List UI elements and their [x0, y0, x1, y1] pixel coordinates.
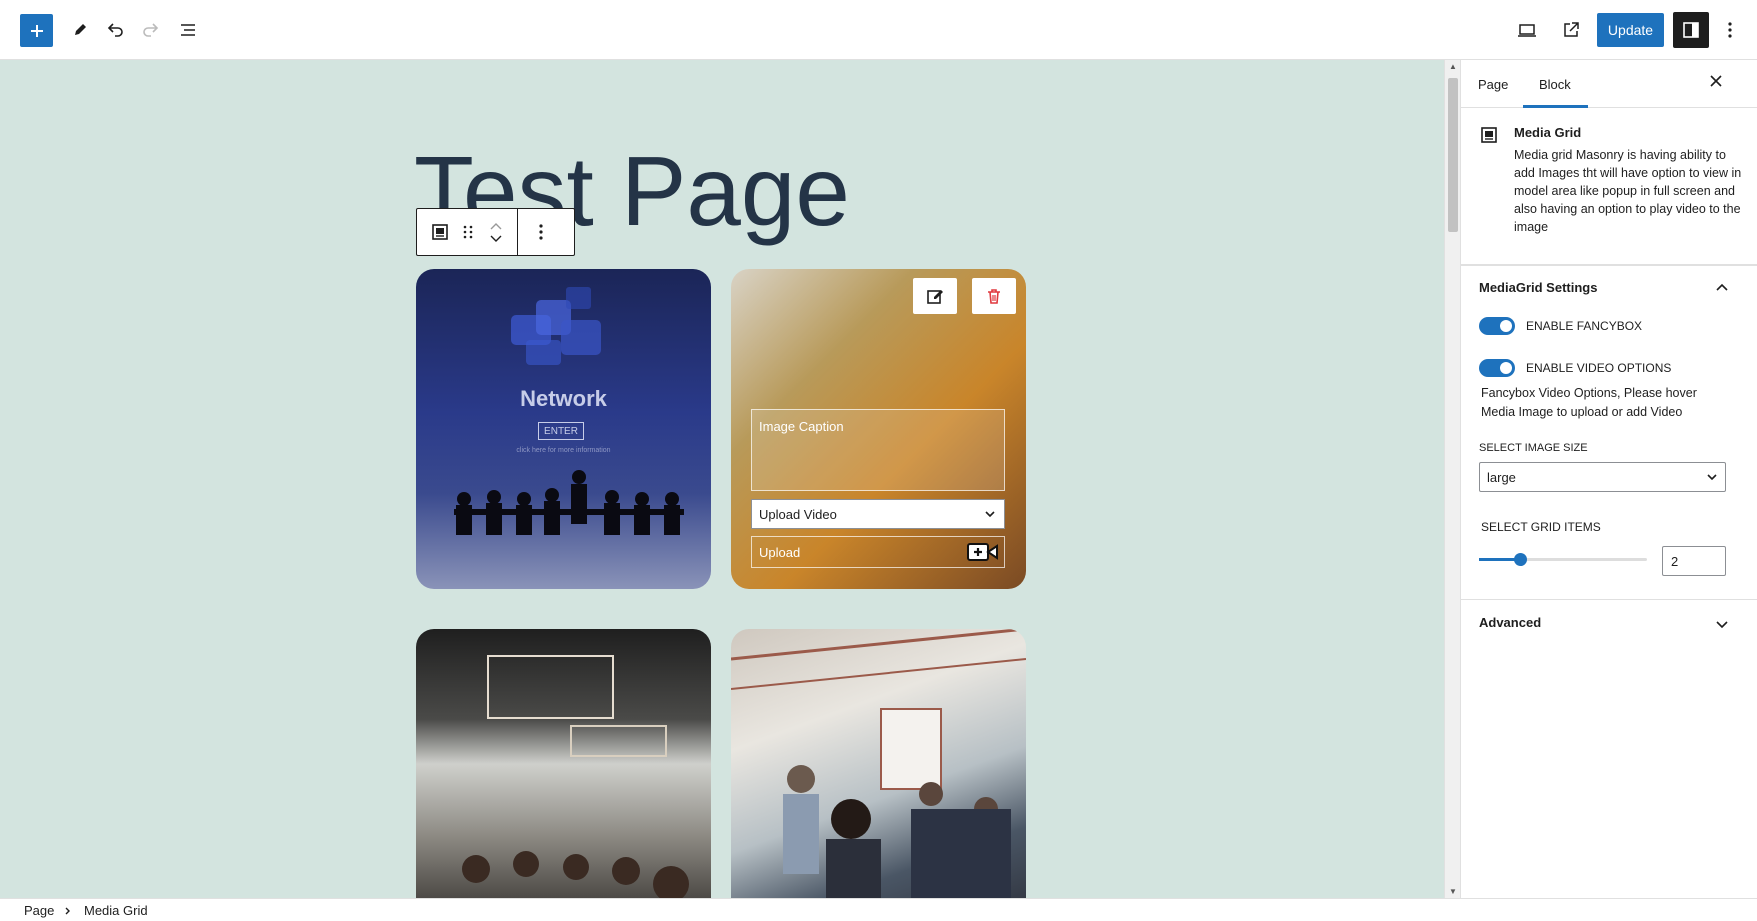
enable-video-options-toggle[interactable]	[1479, 359, 1515, 377]
chevron-down-icon	[985, 511, 995, 518]
meeting-silhouette	[454, 470, 684, 535]
chevron-up-icon[interactable]	[1715, 281, 1729, 295]
image-size-value: large	[1487, 469, 1516, 485]
add-video-icon	[967, 543, 998, 561]
scroll-up-arrow[interactable]: ▲	[1449, 62, 1457, 71]
media-grid-item[interactable]	[416, 629, 711, 898]
grid-items-label: SELECT GRID ITEMS	[1481, 520, 1601, 534]
block-type-button[interactable]	[425, 209, 455, 255]
block-options-button[interactable]	[518, 209, 564, 255]
chevron-down-icon[interactable]	[1715, 617, 1729, 631]
desktop-icon	[1518, 24, 1536, 37]
drag-handle[interactable]	[455, 209, 481, 255]
more-vertical-icon	[539, 224, 543, 240]
edit-image-button[interactable]	[913, 278, 957, 314]
trash-icon	[988, 289, 1000, 304]
enable-video-options-label: ENABLE VIDEO OPTIONS	[1526, 361, 1672, 375]
upload-video-value: Upload Video	[759, 506, 837, 522]
meeting-people-graphic	[462, 851, 689, 898]
options-button[interactable]	[1712, 12, 1748, 48]
tab-block[interactable]: Block	[1539, 77, 1571, 92]
upload-video-select[interactable]: Upload Video	[751, 499, 1005, 529]
enter-badge: ENTER	[538, 422, 584, 440]
tab-page[interactable]: Page	[1478, 77, 1508, 92]
media-grid-icon	[432, 224, 448, 240]
chevron-down-icon[interactable]	[490, 235, 502, 243]
video-options-help: Fancybox Video Options, Please hover Med…	[1481, 386, 1697, 419]
panel-divider	[1461, 599, 1757, 600]
pencil-icon	[75, 24, 86, 35]
sidebar-toggle-icon	[1683, 22, 1699, 38]
office-presentation-graphic	[731, 629, 1026, 898]
block-card: Media Grid Media grid Masonry is having …	[1461, 109, 1757, 266]
more-vertical-icon	[1728, 22, 1732, 38]
block-card-title: Media Grid	[1514, 125, 1582, 140]
external-link-icon	[1564, 22, 1579, 37]
upload-label: Upload	[759, 544, 801, 560]
chevron-down-icon	[1707, 474, 1717, 481]
preview-button[interactable]	[1553, 12, 1589, 48]
redo-button[interactable]	[133, 12, 169, 48]
editor-header: Update	[0, 0, 1757, 60]
ceiling-lights-graphic	[487, 655, 667, 757]
canvas-scrollbar[interactable]: ▲ ▼	[1444, 60, 1460, 898]
list-view-icon	[181, 24, 195, 36]
scroll-down-arrow[interactable]: ▼	[1449, 887, 1457, 896]
settings-sidebar: Page Block Media Grid Media grid Masonry…	[1460, 60, 1757, 898]
slider-thumb[interactable]	[1514, 553, 1527, 566]
update-button[interactable]: Update	[1597, 13, 1664, 47]
network-title: Network	[520, 386, 607, 411]
redo-icon	[143, 23, 159, 37]
block-toolbar	[416, 208, 575, 256]
block-breadcrumb: Page Media Grid	[0, 898, 1757, 921]
media-grid-item-selected[interactable]: Image Caption Upload Video Upload	[731, 269, 1026, 589]
tools-button[interactable]	[62, 12, 98, 48]
block-card-description: Media grid Masonry is having ability to …	[1514, 148, 1742, 234]
undo-button[interactable]	[97, 12, 133, 48]
scrollbar-thumb[interactable]	[1448, 78, 1458, 232]
network-graphic	[511, 287, 601, 365]
breadcrumb-media-grid[interactable]: Media Grid	[84, 903, 148, 918]
plus-icon	[30, 24, 43, 37]
delete-image-button[interactable]	[972, 278, 1016, 314]
close-icon	[1710, 75, 1722, 87]
enable-fancybox-label: ENABLE FANCYBOX	[1526, 319, 1643, 333]
image-caption-placeholder: Image Caption	[759, 419, 844, 434]
undo-icon	[107, 23, 123, 37]
active-tab-indicator	[1523, 105, 1588, 108]
image-caption-field[interactable]: Image Caption	[751, 409, 1005, 491]
editor-canvas[interactable]: Test Page Network ENTER click here for m…	[0, 60, 1444, 898]
panel-divider	[1461, 264, 1757, 265]
media-grid-item[interactable]	[731, 629, 1026, 898]
mediagrid-settings-header[interactable]: MediaGrid Settings	[1479, 280, 1597, 295]
media-grid-item[interactable]: Network ENTER click here for more inform…	[416, 269, 711, 589]
sidebar-tabs: Page Block	[1461, 60, 1757, 108]
image-size-label: SELECT IMAGE SIZE	[1479, 442, 1588, 454]
network-subtext: click here for more information	[516, 447, 611, 454]
grid-items-slider[interactable]	[1479, 553, 1647, 566]
block-card-icon	[1479, 125, 1499, 150]
drag-handle-icon	[463, 225, 473, 239]
add-block-button[interactable]	[20, 14, 53, 47]
breadcrumb-page[interactable]: Page	[24, 903, 54, 918]
chevron-up-icon[interactable]	[490, 222, 502, 230]
media-grid-icon	[1481, 127, 1497, 143]
upload-video-button[interactable]: Upload	[751, 536, 1005, 568]
edit-image-icon	[927, 290, 943, 304]
chevron-right-icon	[65, 907, 70, 915]
move-buttons	[481, 209, 511, 255]
image-size-select[interactable]: large	[1479, 462, 1726, 492]
grid-items-input[interactable]: 2	[1662, 546, 1726, 576]
enable-fancybox-toggle[interactable]	[1479, 317, 1515, 335]
settings-button[interactable]	[1673, 12, 1709, 48]
list-view-button[interactable]	[170, 12, 206, 48]
view-button[interactable]	[1509, 12, 1545, 48]
close-sidebar-button[interactable]	[1709, 72, 1723, 93]
advanced-panel-header[interactable]: Advanced	[1479, 615, 1541, 630]
